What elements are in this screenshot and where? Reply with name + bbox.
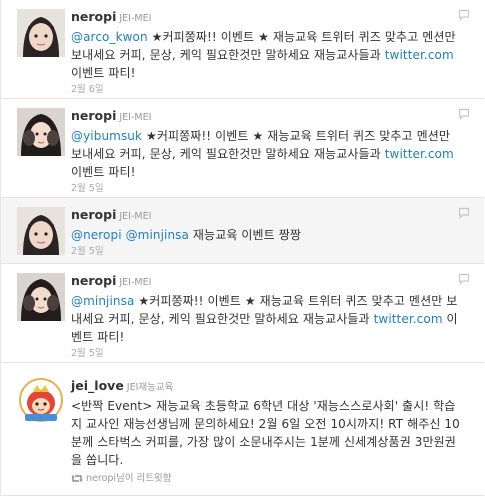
screen-name[interactable]: neropi [71,273,116,288]
tweet-link[interactable]: twitter.com [385,147,454,161]
tweet-link[interactable]: @yibumsuk [71,129,142,143]
timestamp[interactable]: 2월 5일 [71,246,464,258]
tweet-text: <반짝 Event> 재능교육 초등학교 6학년 대상 '재능스스로사회' 출시… [71,397,464,469]
tweet-text: @neropi @minjinsa 재능교육 이벤트 짱짱 [71,226,464,244]
screen-name[interactable]: neropi [71,207,116,222]
reply-icon[interactable] [458,108,470,120]
tweet-link[interactable]: @minjinsa [71,294,134,308]
tweet-link[interactable]: twitter.com [374,312,443,326]
tweet-text-segment: 재능교육 이벤트 짱짱 [189,228,302,242]
reply-icon[interactable] [458,207,470,219]
timestamp[interactable]: 2월 5일 [71,183,464,195]
tweet-item[interactable]: neropi JEI-MEI @minjinsa ★커피쫑짜!! 이벤트 ★ 재능… [1,264,484,363]
retweet-icon [71,475,83,482]
tweet-link[interactable]: twitter.com [385,48,454,62]
reply-icon[interactable] [458,273,470,285]
tweet-link[interactable]: @arco_kwon [71,30,148,44]
full-name: JEI-MEI [119,277,152,288]
screen-name[interactable]: neropi [71,9,116,24]
avatar[interactable] [17,108,65,156]
screen-name[interactable]: neropi [71,108,116,123]
avatar[interactable] [17,207,65,255]
tweet-item[interactable]: jei_love JEI재능교육 <반짝 Event> 재능교육 초등학교 6학년… [1,363,484,496]
retweeter-name[interactable]: neropi [86,473,116,484]
avatar[interactable] [17,273,65,321]
timestamp[interactable]: 2월 5일 [71,348,464,360]
screen-name[interactable]: jei_love [71,378,124,393]
tweet-text: @arco_kwon ★커피쫑짜!! 이벤트 ★ 재능교육 트위터 퀴즈 맞추고… [71,28,464,82]
tweet-item[interactable]: neropi JEI-MEI @yibumsuk ★커피쫑짜!! 이벤트 ★ 재능… [1,99,484,198]
tweet-text: @yibumsuk ★커피쫑짜!! 이벤트 ★ 재능교육 트위터 퀴즈 맞추고 … [71,127,464,181]
tweet-item[interactable]: neropi JEI-MEI @neropi @minjinsa 재능교육 이벤트… [1,198,484,264]
tweet-text-segment: 이벤트 파티! [71,165,136,179]
reply-icon[interactable] [458,9,470,21]
avatar[interactable] [17,376,65,424]
tweet-text: @minjinsa ★커피쫑짜!! 이벤트 ★ 재능교육 트위터 퀴즈 맞추고 … [71,292,464,346]
full-name: JEI-MEI [119,211,152,222]
full-name: JEI재능교육 [126,382,174,393]
retweet-suffix: 님이 리트윗함 [116,473,172,484]
timeline: neropi JEI-MEI @arco_kwon ★커피쫑짜!! 이벤트 ★ 재… [0,0,485,496]
avatar[interactable] [17,9,65,57]
full-name: JEI-MEI [119,13,152,24]
retweet-info: neropi님이 리트윗함 [71,473,464,485]
tweet-text-segment: <반짝 Event> 재능교육 초등학교 6학년 대상 '재능스스로사회' 출시… [71,399,460,467]
timestamp[interactable]: 2월 6일 [71,84,464,96]
full-name: JEI-MEI [119,112,152,123]
tweet-text-segment: 이벤트 파티! [71,66,136,80]
tweet-link[interactable]: @neropi [71,228,122,242]
tweet-link[interactable]: @minjinsa [126,228,189,242]
tweet-item[interactable]: neropi JEI-MEI @arco_kwon ★커피쫑짜!! 이벤트 ★ 재… [1,0,484,99]
